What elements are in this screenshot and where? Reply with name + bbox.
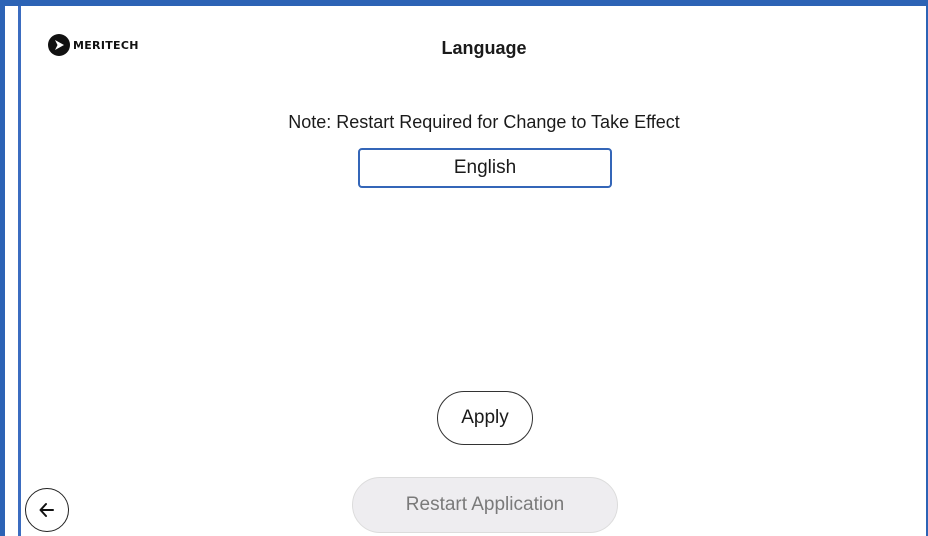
page-title: Language [441,38,527,58]
restart-note: Note: Restart Required for Change to Tak… [288,112,680,132]
back-button[interactable] [25,488,69,532]
apply-button[interactable]: Apply [437,391,533,445]
language-select-value: English [453,157,517,178]
restart-button-label: Restart Application [405,494,565,515]
restart-application-button[interactable]: Restart Application [352,477,618,533]
apply-button-label: Apply [461,407,509,428]
window-frame [0,0,928,536]
arrow-left-icon [39,503,54,517]
language-select[interactable]: English [358,148,612,188]
left-edge-bar [18,6,21,536]
